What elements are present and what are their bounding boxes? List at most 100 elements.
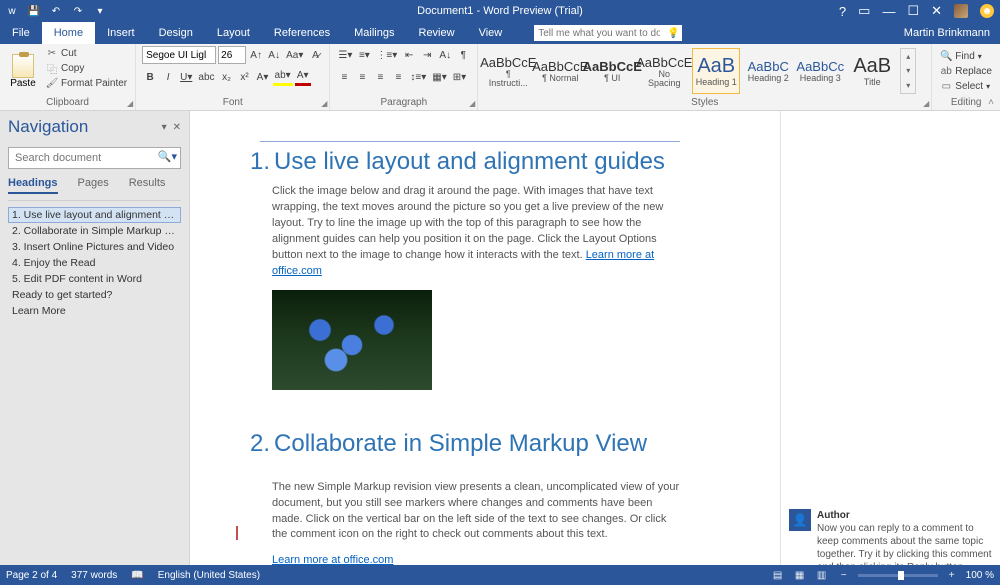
page[interactable]: 1. Use live layout and alignment guides …	[190, 111, 780, 565]
decrease-font-icon[interactable]: A↓	[266, 46, 282, 64]
style-box[interactable]: AaBHeading 1	[692, 48, 740, 94]
nav-tab-results[interactable]: Results	[129, 177, 166, 194]
underline-button[interactable]: U▾	[178, 68, 194, 86]
print-layout-icon[interactable]: ▦	[792, 568, 808, 582]
styles-dialog-launcher[interactable]: ◢	[923, 99, 929, 108]
text-effects-icon[interactable]: A▾	[255, 68, 271, 86]
undo-icon[interactable]: ↶	[50, 5, 62, 17]
style-box[interactable]: AaBbCcHeading 3	[796, 48, 844, 94]
zoom-slider[interactable]	[858, 574, 938, 577]
zoom-level[interactable]: 100 %	[966, 570, 994, 581]
tab-insert[interactable]: Insert	[95, 22, 147, 44]
tell-me-box[interactable]: 💡	[534, 22, 682, 44]
italic-button[interactable]: I	[160, 68, 176, 86]
spellcheck-icon[interactable]: 📖	[131, 570, 143, 581]
nav-item[interactable]: Learn More	[8, 303, 181, 319]
style-box[interactable]: AaBbCcE¶ Instructi...	[484, 48, 532, 94]
align-left-icon[interactable]: ≡	[336, 68, 352, 86]
nav-item[interactable]: 4. Enjoy the Read	[8, 255, 181, 271]
read-mode-icon[interactable]: ▤	[770, 568, 786, 582]
save-icon[interactable]: 💾	[28, 5, 40, 17]
section-1-body[interactable]: Click the image below and drag it around…	[272, 184, 682, 280]
tab-view[interactable]: View	[467, 22, 515, 44]
nav-item[interactable]: Ready to get started?	[8, 287, 181, 303]
paste-button[interactable]: Paste	[6, 46, 40, 96]
nav-tab-pages[interactable]: Pages	[78, 177, 109, 194]
maximize-icon[interactable]: ☐	[907, 3, 919, 19]
tell-me-input[interactable]	[534, 25, 664, 41]
line-spacing-icon[interactable]: ↕≡▾	[408, 68, 428, 86]
justify-icon[interactable]: ≡	[390, 68, 406, 86]
sort-icon[interactable]: A↓	[437, 46, 453, 64]
show-marks-icon[interactable]: ¶	[455, 46, 471, 64]
increase-font-icon[interactable]: A↑	[248, 46, 264, 64]
subscript-button[interactable]: x₂	[219, 68, 235, 86]
clear-format-icon[interactable]: A̷	[307, 46, 323, 64]
avatar[interactable]	[954, 4, 968, 18]
numbering-icon[interactable]: ≡▾	[356, 46, 372, 64]
nav-dropdown-icon[interactable]: ▾	[162, 122, 167, 133]
decrease-indent-icon[interactable]: ⇤	[401, 46, 417, 64]
tab-review[interactable]: Review	[407, 22, 467, 44]
strikethrough-button[interactable]: abc	[196, 68, 216, 86]
feedback-icon[interactable]: ☻	[980, 4, 994, 18]
nav-item[interactable]: 5. Edit PDF content in Word	[8, 271, 181, 287]
tab-references[interactable]: References	[262, 22, 342, 44]
style-box[interactable]: AaBbCcENo Spacing	[640, 48, 688, 94]
comment[interactable]: 👤 Author Now you can reply to a comment …	[789, 509, 992, 565]
word-count[interactable]: 377 words	[71, 570, 117, 581]
align-right-icon[interactable]: ≡	[372, 68, 388, 86]
style-box[interactable]: AaBbCHeading 2	[744, 48, 792, 94]
cut-button[interactable]: ✂Cut	[44, 46, 129, 60]
highlight-icon[interactable]: ab▾	[273, 68, 293, 86]
section-2-body[interactable]: The new Simple Markup revision view pres…	[272, 480, 682, 544]
nav-item[interactable]: 3. Insert Online Pictures and Video	[8, 239, 181, 255]
collapse-ribbon-icon[interactable]: ˄	[988, 97, 994, 108]
revision-marker[interactable]	[236, 526, 238, 540]
tab-home[interactable]: Home	[42, 22, 95, 44]
signed-in-user[interactable]: Martin Brinkmann	[904, 22, 1000, 44]
multilevel-icon[interactable]: ⋮≡▾	[374, 46, 399, 64]
format-painter-button[interactable]: 🖌Format Painter	[44, 76, 129, 90]
superscript-button[interactable]: x²	[237, 68, 253, 86]
style-box[interactable]: AaBTitle	[848, 48, 896, 94]
tab-file[interactable]: File	[0, 22, 42, 44]
learn-more-link-2[interactable]: Learn more at office.com	[272, 554, 393, 565]
styles-more-icon[interactable]: ▴▾▾	[900, 48, 916, 94]
heading-1[interactable]: 1. Use live layout and alignment guides	[250, 148, 720, 176]
font-size-input[interactable]	[218, 46, 246, 64]
font-name-input[interactable]	[142, 46, 216, 64]
change-case-icon[interactable]: Aa▾	[284, 46, 305, 64]
nav-close-icon[interactable]: ✕	[173, 122, 181, 133]
font-color-icon[interactable]: A▾	[295, 68, 311, 86]
clipboard-dialog-launcher[interactable]: ◢	[127, 99, 133, 108]
increase-indent-icon[interactable]: ⇥	[419, 46, 435, 64]
help-icon[interactable]: ?	[839, 4, 846, 19]
tab-mailings[interactable]: Mailings	[342, 22, 406, 44]
paragraph-dialog-launcher[interactable]: ◢	[469, 99, 475, 108]
align-center-icon[interactable]: ≡	[354, 68, 370, 86]
page-status[interactable]: Page 2 of 4	[6, 570, 57, 581]
tab-layout[interactable]: Layout	[205, 22, 262, 44]
nav-item[interactable]: 1. Use live layout and alignment gui...	[8, 207, 181, 223]
language-status[interactable]: English (United States)	[158, 570, 260, 581]
close-icon[interactable]: ✕	[931, 3, 942, 19]
find-button[interactable]: 🔍Find▾	[938, 49, 994, 63]
font-dialog-launcher[interactable]: ◢	[321, 99, 327, 108]
qat-customize-icon[interactable]: ▾	[94, 5, 106, 17]
copy-button[interactable]: ⿻Copy	[44, 61, 129, 75]
borders-icon[interactable]: ⊞▾	[451, 68, 468, 86]
ribbon-options-icon[interactable]: ▭	[858, 3, 870, 19]
select-button[interactable]: ▭Select▾	[938, 79, 994, 93]
style-box[interactable]: AaBbCcE¶ UI	[588, 48, 636, 94]
nav-tab-headings[interactable]: Headings	[8, 177, 58, 194]
bold-button[interactable]: B	[142, 68, 158, 86]
nav-item[interactable]: 2. Collaborate in Simple Markup View	[8, 223, 181, 239]
bullets-icon[interactable]: ☰▾	[336, 46, 354, 64]
search-icon[interactable]: 🔍▾	[158, 150, 177, 163]
shading-icon[interactable]: ▦▾	[430, 68, 448, 86]
search-input[interactable]	[8, 147, 181, 169]
minimize-icon[interactable]: —	[882, 4, 895, 19]
zoom-in-icon[interactable]: +	[944, 568, 960, 582]
heading-2[interactable]: 2. Collaborate in Simple Markup View	[250, 430, 720, 458]
